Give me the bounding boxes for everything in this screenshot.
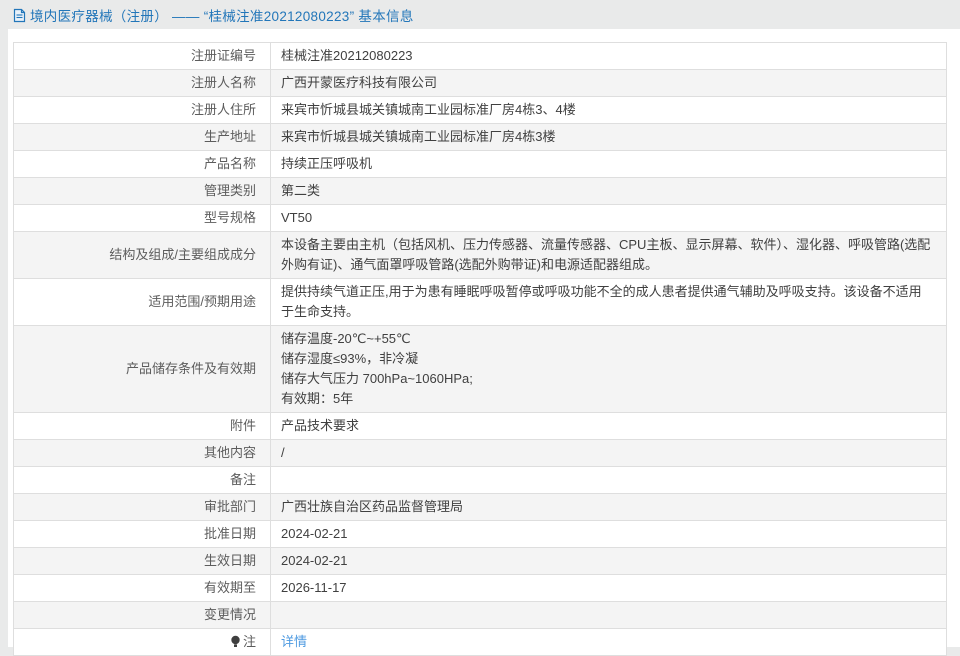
row-label: 变更情况 <box>14 602 271 629</box>
header-bar: 境内医疗器械（注册） —— “桂械注准20212080223” 基本信息 <box>0 0 960 29</box>
table-row-product-name: 产品名称 持续正压呼吸机 <box>14 151 947 178</box>
row-value: 储存温度-20℃~+55℃ 储存湿度≤93%，非冷凝 储存大气压力 700hPa… <box>271 326 947 413</box>
table-row-approval-date: 批准日期 2024-02-21 <box>14 521 947 548</box>
row-label: 注册人名称 <box>14 70 271 97</box>
table-row-valid-until: 有效期至 2026-11-17 <box>14 575 947 602</box>
row-label: 注册证编号 <box>14 43 271 70</box>
row-value <box>271 602 947 629</box>
row-value: 详情 <box>271 629 947 656</box>
row-label: 注 <box>14 629 271 656</box>
storage-condition-line: 有效期：5年 <box>281 389 934 409</box>
row-label: 产品名称 <box>14 151 271 178</box>
page-title: 境内医疗器械（注册） —— “桂械注准20212080223” 基本信息 <box>30 5 414 25</box>
row-value: / <box>271 440 947 467</box>
row-label: 有效期至 <box>14 575 271 602</box>
row-value: 持续正压呼吸机 <box>271 151 947 178</box>
table-row-remarks: 备注 <box>14 467 947 494</box>
content-panel: 注册证编号 桂械注准20212080223 注册人名称 广西开蒙医疗科技有限公司… <box>8 29 960 647</box>
row-value: 来宾市忻城县城关镇城南工业园标准厂房4栋3、4楼 <box>271 97 947 124</box>
table-row-registration-number: 注册证编号 桂械注准20212080223 <box>14 43 947 70</box>
table-row-intended-use: 适用范围/预期用途 提供持续气道正压,用于为患有睡眠呼吸暂停或呼吸功能不全的成人… <box>14 279 947 326</box>
table-row-registrant-address: 注册人住所 来宾市忻城县城关镇城南工业园标准厂房4栋3、4楼 <box>14 97 947 124</box>
row-value: 桂械注准20212080223 <box>271 43 947 70</box>
table-row-structure-composition: 结构及组成/主要组成成分 本设备主要由主机（包括风机、压力传感器、流量传感器、C… <box>14 232 947 279</box>
row-label: 备注 <box>14 467 271 494</box>
table-row-production-address: 生产地址 来宾市忻城县城关镇城南工业园标准厂房4栋3楼 <box>14 124 947 151</box>
table-row-approval-department: 审批部门 广西壮族自治区药品监督管理局 <box>14 494 947 521</box>
row-value <box>271 467 947 494</box>
row-value: 2024-02-21 <box>271 548 947 575</box>
row-value: VT50 <box>271 205 947 232</box>
table-row-model-spec: 型号规格 VT50 <box>14 205 947 232</box>
table-row-other-content: 其他内容 / <box>14 440 947 467</box>
table-row-management-class: 管理类别 第二类 <box>14 178 947 205</box>
row-value: 广西开蒙医疗科技有限公司 <box>271 70 947 97</box>
row-value: 来宾市忻城县城关镇城南工业园标准厂房4栋3楼 <box>271 124 947 151</box>
row-value: 提供持续气道正压,用于为患有睡眠呼吸暂停或呼吸功能不全的成人患者提供通气辅助及呼… <box>271 279 947 326</box>
storage-condition-line: 储存湿度≤93%，非冷凝 <box>281 349 934 369</box>
table-row-registrant-name: 注册人名称 广西开蒙医疗科技有限公司 <box>14 70 947 97</box>
table-row-change-status: 变更情况 <box>14 602 947 629</box>
row-value: 2026-11-17 <box>271 575 947 602</box>
row-label: 批准日期 <box>14 521 271 548</box>
bulb-icon <box>230 635 241 648</box>
row-value: 第二类 <box>271 178 947 205</box>
row-value: 2024-02-21 <box>271 521 947 548</box>
row-label: 型号规格 <box>14 205 271 232</box>
row-label: 产品储存条件及有效期 <box>14 326 271 413</box>
row-label: 生效日期 <box>14 548 271 575</box>
row-label: 注册人住所 <box>14 97 271 124</box>
table-row-note: 注 详情 <box>14 629 947 656</box>
row-value: 广西壮族自治区药品监督管理局 <box>271 494 947 521</box>
row-value: 产品技术要求 <box>271 413 947 440</box>
table-row-attachment: 附件 产品技术要求 <box>14 413 947 440</box>
row-label: 其他内容 <box>14 440 271 467</box>
document-icon <box>13 8 26 23</box>
row-label: 附件 <box>14 413 271 440</box>
table-row-storage-conditions: 产品储存条件及有效期 储存温度-20℃~+55℃ 储存湿度≤93%，非冷凝 储存… <box>14 326 947 413</box>
row-label: 审批部门 <box>14 494 271 521</box>
row-label: 结构及组成/主要组成成分 <box>14 232 271 279</box>
row-label: 生产地址 <box>14 124 271 151</box>
registration-info-table: 注册证编号 桂械注准20212080223 注册人名称 广西开蒙医疗科技有限公司… <box>13 42 947 656</box>
storage-condition-line: 储存温度-20℃~+55℃ <box>281 329 934 349</box>
storage-condition-line: 储存大气压力 700hPa~1060HPa; <box>281 369 934 389</box>
row-label: 管理类别 <box>14 178 271 205</box>
row-label: 适用范围/预期用途 <box>14 279 271 326</box>
row-value: 本设备主要由主机（包括风机、压力传感器、流量传感器、CPU主板、显示屏幕、软件）… <box>271 232 947 279</box>
table-row-effective-date: 生效日期 2024-02-21 <box>14 548 947 575</box>
